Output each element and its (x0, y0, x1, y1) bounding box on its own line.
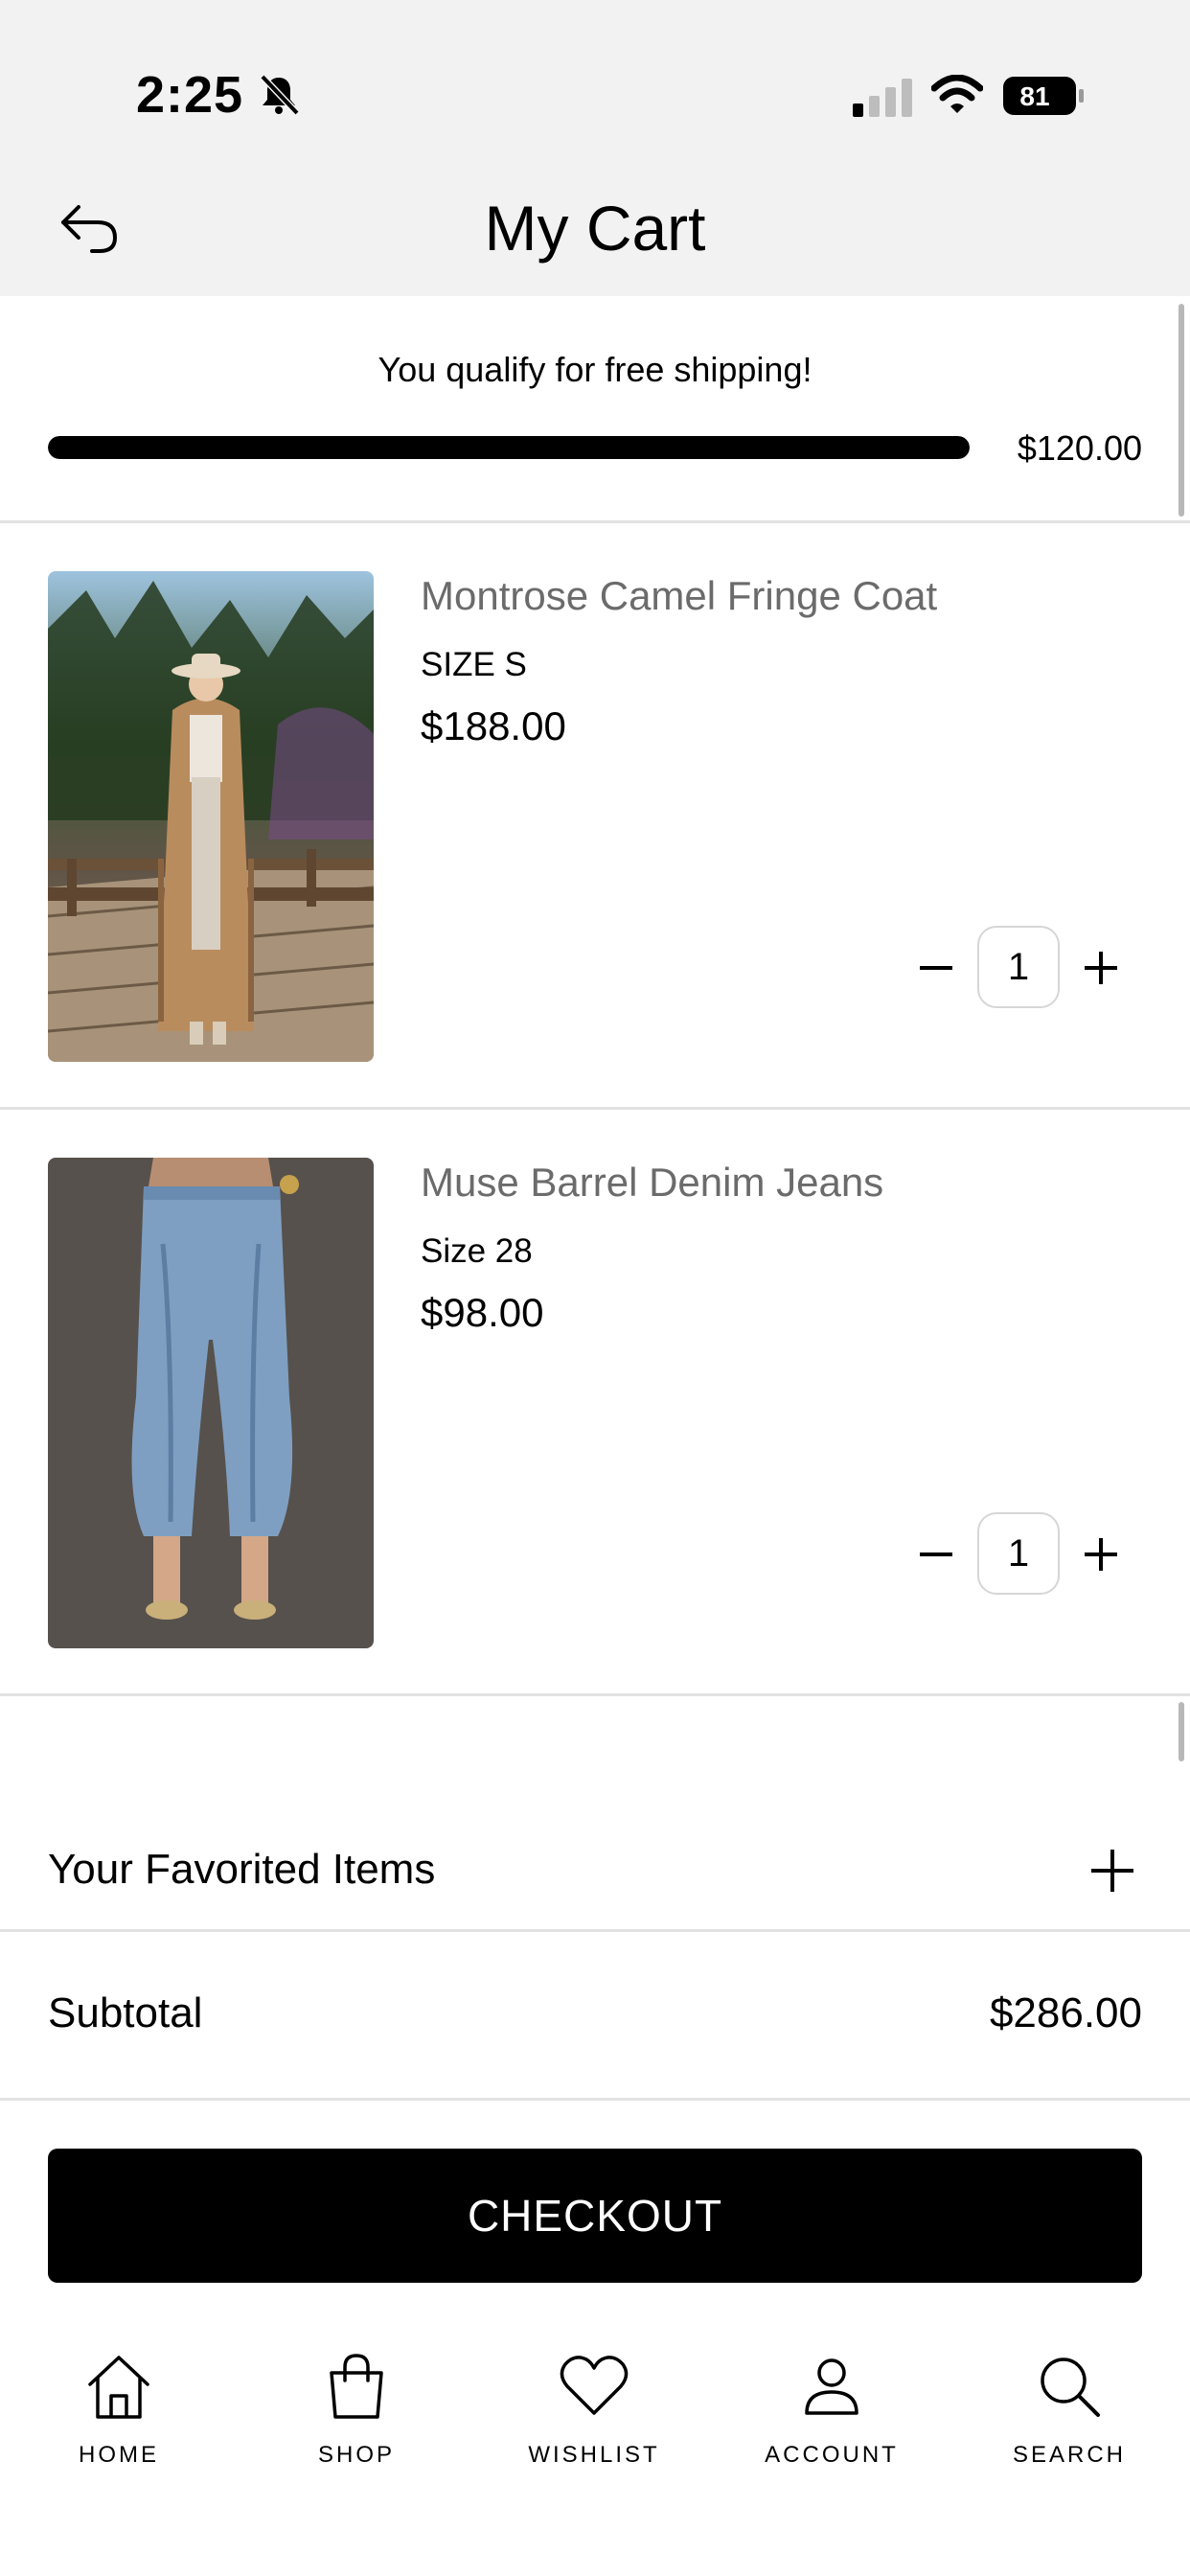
subtotal-value: $286.00 (989, 1990, 1142, 2036)
product-image-jeans[interactable] (48, 1158, 374, 1648)
quantity-stepper: 1 (910, 926, 1121, 1008)
increase-quantity-button[interactable] (1075, 926, 1125, 1008)
free-shipping-message: You qualify for free shipping! (378, 350, 812, 389)
battery-level: 81 (1019, 81, 1049, 111)
wifi-icon (931, 75, 983, 113)
product-name[interactable]: Montrose Camel Fringe Coat (421, 573, 937, 619)
silent-bell-icon (260, 74, 300, 116)
decrease-quantity-button[interactable] (910, 926, 960, 1008)
favorited-items-label: Your Favorited Items (48, 1846, 436, 1893)
shipping-progress-fill (48, 436, 970, 459)
free-shipping-threshold: $120.00 (1017, 428, 1142, 468)
nav-label: SHOP (317, 2442, 395, 2468)
product-size: Size 28 (421, 1232, 533, 1270)
product-image-coat[interactable] (48, 571, 374, 1062)
free-shipping-banner: You qualify for free shipping! $120.00 (0, 296, 1190, 523)
shipping-progress-bar (48, 436, 970, 459)
quantity-value[interactable]: 1 (977, 926, 1060, 1008)
home-icon (88, 2356, 149, 2419)
product-size: SIZE S (421, 646, 527, 683)
increase-quantity-button[interactable] (1075, 1512, 1125, 1595)
subtotal-label: Subtotal (48, 1990, 203, 2036)
cell-signal-icon (853, 79, 912, 117)
quantity-value[interactable]: 1 (977, 1512, 1060, 1595)
user-icon (805, 2358, 858, 2415)
nav-label: HOME (79, 2442, 159, 2468)
search-icon (1041, 2358, 1100, 2417)
favorited-items-section[interactable]: Your Favorited Items (0, 1702, 1190, 1932)
product-price: $98.00 (421, 1290, 544, 1335)
quantity-stepper: 1 (910, 1512, 1121, 1595)
product-name[interactable]: Muse Barrel Denim Jeans (421, 1160, 883, 1206)
decrease-quantity-button[interactable] (910, 1512, 960, 1595)
nav-item-search[interactable]: SEARCH (983, 2348, 1156, 2492)
nav-item-shop[interactable]: SHOP (270, 2348, 443, 2492)
subtotal-row: Subtotal $286.00 (0, 1932, 1190, 2101)
scrollbar[interactable] (1179, 1702, 1184, 1761)
scrollbar[interactable] (1179, 304, 1184, 517)
nav-item-account[interactable]: ACCOUNT (745, 2348, 918, 2492)
cart-item: Montrose Camel Fringe Coat SIZE S $188.0… (0, 523, 1190, 1110)
checkout-button[interactable]: CHECKOUT (48, 2149, 1142, 2283)
battery-icon: 81 (1003, 77, 1084, 115)
nav-item-wishlist[interactable]: WISHLIST (508, 2348, 680, 2492)
nav-label: SEARCH (1012, 2442, 1127, 2468)
page-title: My Cart (484, 193, 706, 264)
heart-icon (560, 2356, 629, 2415)
nav-label: WISHLIST (528, 2442, 660, 2468)
nav-item-home[interactable]: HOME (33, 2348, 205, 2492)
nav-label: ACCOUNT (765, 2442, 899, 2468)
status-time: 2:25 (136, 66, 244, 124)
cart-item: Muse Barrel Denim Jeans Size 28 $98.00 1 (0, 1110, 1190, 1696)
header-bar: 2:25 81 My Cart (0, 0, 1190, 296)
expand-plus-icon[interactable] (1088, 1844, 1136, 1898)
product-price: $188.00 (421, 703, 566, 748)
bottom-nav: HOME SHOP WISHLIST ACCOUNT SEARCH (0, 2319, 1190, 2576)
shopping-bag-icon (330, 2354, 383, 2419)
